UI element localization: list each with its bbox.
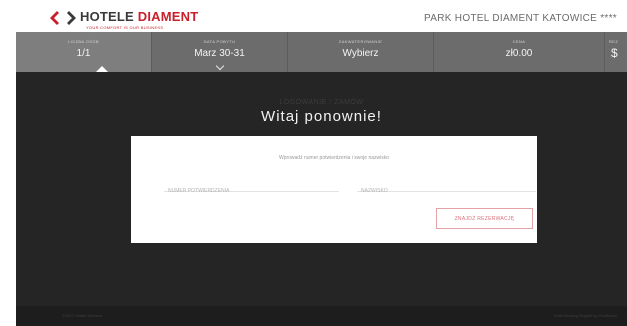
accommodation-selector[interactable]: ZAKWATEROWANIE Wybierz [288, 32, 433, 72]
diamond-logo-icon [50, 11, 76, 25]
logo[interactable]: HOTELE DIAMENT YOUR COMFORT IS OUR BUSIN… [50, 9, 210, 31]
accommodation-label: ZAKWATEROWANIE [338, 39, 383, 44]
booking-bar: LICZBA OSÓB 1/1 DATA POBYTU Marz 30-31 Z… [16, 32, 627, 73]
price-value: zł0.00 [505, 48, 533, 59]
logo-tagline: YOUR COMFORT IS OUR BUSINESS [86, 25, 164, 30]
reservation-button[interactable]: REZ $ [605, 32, 627, 72]
guests-selector[interactable]: LICZBA OSÓB 1/1 [16, 32, 151, 73]
find-reservation-button[interactable]: ZNAJDŹ REZERWACJĘ [436, 208, 533, 229]
price-display[interactable]: CENA zł0.00 [434, 32, 604, 72]
accommodation-value: Wybierz [342, 48, 379, 59]
welcome-title: Witaj ponownie! [261, 108, 382, 125]
hotel-name: PARK HOTEL DIAMENT KATOWICE **** [424, 13, 617, 24]
chevron-down-icon [215, 61, 224, 71]
guests-label: LICZBA OSÓB [68, 39, 99, 44]
price-label: CENA [512, 39, 526, 44]
reservation-value: $ [611, 46, 618, 60]
footer-copyright: ©2017 Hotele Diament [62, 313, 103, 318]
confirmation-number-input[interactable] [164, 185, 339, 197]
surname-input[interactable] [357, 185, 536, 197]
login-modal: Wprowadź numer potwierdzenia i swoje naz… [131, 136, 537, 243]
dates-value: Marz 30-31 [194, 48, 245, 59]
footer: ©2017 Hotele Diament Hotel Booking Engin… [16, 306, 627, 326]
background-heading: LOGOWANIE / ZAMÓW [279, 99, 364, 106]
footer-credit[interactable]: Hotel Booking Engine by Profitroom [554, 313, 617, 318]
header: HOTELE DIAMENT YOUR COMFORT IS OUR BUSIN… [0, 0, 627, 32]
dates-label: DATA POBYTU [203, 39, 236, 44]
confirmation-number-field [164, 179, 339, 197]
surname-field [357, 179, 536, 197]
guests-value: 1/1 [76, 48, 91, 59]
logo-wordmark: HOTELE DIAMENT [80, 9, 199, 24]
modal-instruction: Wprowadź numer potwierdzenia i swoje naz… [278, 155, 390, 161]
reservation-label: REZ [609, 39, 619, 44]
modal-overlay[interactable]: LOGOWANIE / ZAMÓW Witaj ponownie! Wprowa… [16, 72, 627, 306]
dates-selector[interactable]: DATA POBYTU Marz 30-31 [152, 32, 287, 72]
